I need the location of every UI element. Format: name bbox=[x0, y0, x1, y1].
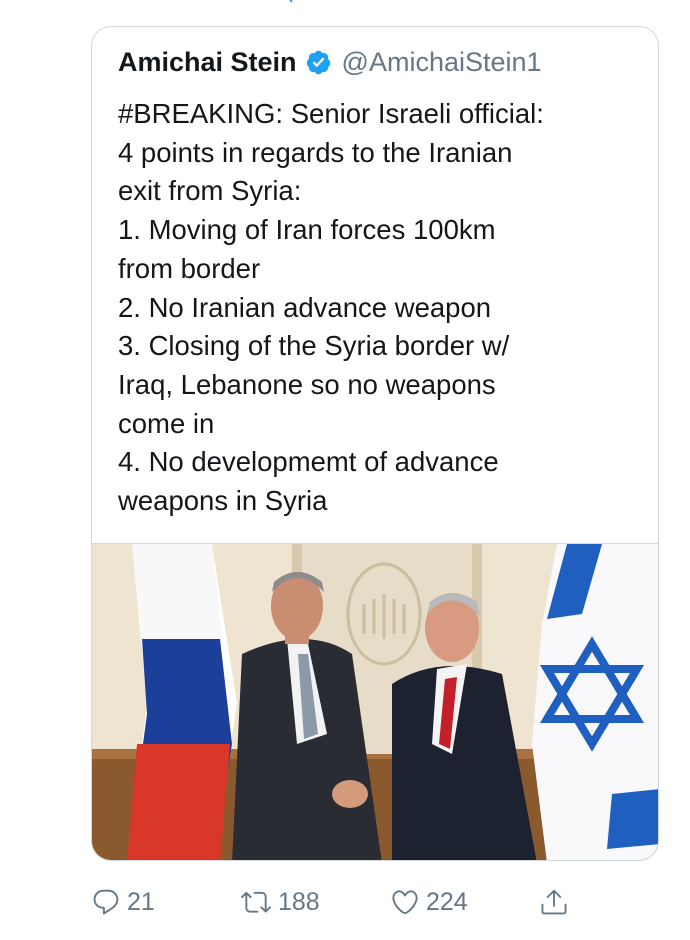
reply-icon bbox=[93, 889, 119, 915]
retweet-count: 188 bbox=[278, 887, 320, 916]
tweet-text-line: 4. No developmemt of advance bbox=[118, 446, 499, 478]
reply-button[interactable]: 21 bbox=[91, 882, 155, 922]
share-icon bbox=[541, 889, 567, 915]
tweet-text-line: Iraq, Lebanone so no weapons bbox=[118, 368, 496, 400]
tweet-actions-bar: 21 188 224 bbox=[91, 882, 591, 922]
tweet-text-line: exit from Syria: bbox=[118, 175, 302, 207]
retweet-icon bbox=[241, 891, 271, 913]
handshake-mark bbox=[332, 780, 368, 808]
author-name[interactable]: Amichai Stein bbox=[118, 47, 297, 78]
like-icon bbox=[392, 890, 418, 915]
share-button[interactable] bbox=[539, 882, 569, 922]
tweet-text-line: 4 points in regards to the Iranian bbox=[118, 136, 513, 168]
verified-badge-icon bbox=[306, 50, 330, 75]
tweet-photo[interactable] bbox=[92, 543, 658, 860]
like-count: 224 bbox=[426, 887, 468, 916]
like-button[interactable]: 224 bbox=[390, 882, 468, 922]
tweet-text-line: weapons in Syria bbox=[118, 485, 328, 517]
tweet-text-line: from border bbox=[118, 252, 261, 284]
handshake-photo bbox=[92, 544, 658, 860]
reply-count: 21 bbox=[127, 887, 155, 916]
quoted-tweet-card[interactable]: Amichai Stein @AmichaiStein1 #BREAKING: … bbox=[91, 26, 659, 861]
author-handle[interactable]: @AmichaiStein1 bbox=[342, 47, 542, 78]
israeli-flag bbox=[532, 544, 658, 860]
tweet-header: Amichai Stein @AmichaiStein1 bbox=[118, 47, 542, 78]
tweet-text-line: come in bbox=[118, 407, 215, 439]
tweet-text-line: 1. Moving of Iran forces 100km bbox=[118, 214, 496, 246]
retweet-button[interactable]: 188 bbox=[240, 882, 320, 922]
tweet-text: #BREAKING: Senior Israeli official: 4 po… bbox=[118, 95, 648, 521]
tweet-text-line: 2. No Iranian advance weapon bbox=[118, 291, 492, 323]
tweet-text-line: #BREAKING: Senior Israeli official: bbox=[118, 98, 544, 129]
tweet-text-line: 3. Closing of the Syria border w/ bbox=[118, 330, 510, 362]
top-remnant-mark bbox=[289, 0, 293, 3]
